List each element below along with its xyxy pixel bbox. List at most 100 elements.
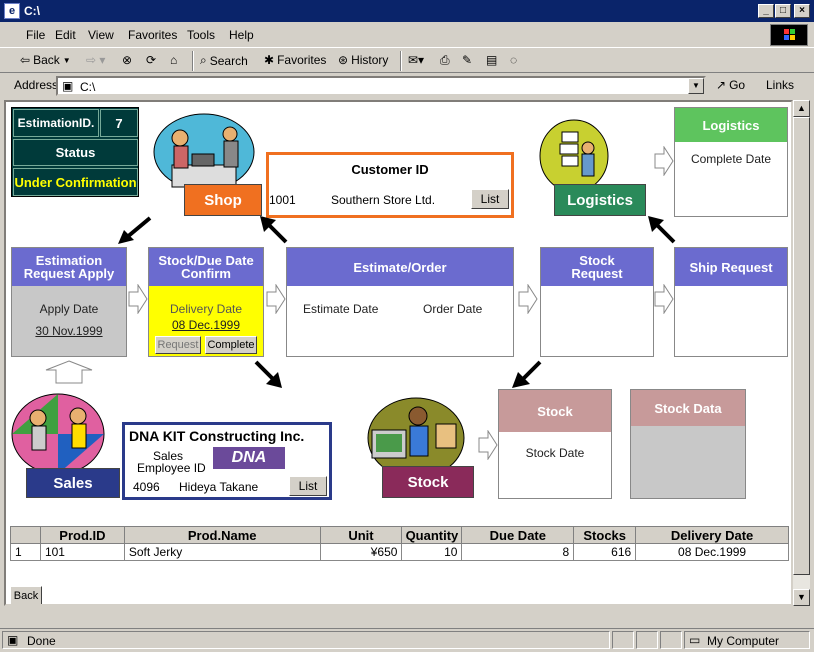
customer-list-button[interactable]: List: [471, 189, 509, 209]
refresh-button[interactable]: ⟳: [146, 53, 156, 67]
cell-stocks: 616: [573, 543, 637, 561]
window-title: C:\: [24, 4, 40, 18]
mail-icon: ✉▾: [408, 53, 425, 67]
col-header-prod-name: Prod.Name: [123, 526, 321, 544]
menu-tools[interactable]: Tools: [187, 28, 215, 42]
status-value: Under Confirmation: [13, 168, 138, 196]
menu-bar: File Edit View Favorites Tools Help: [0, 24, 814, 46]
shop-illustration: [152, 110, 256, 192]
stop-button[interactable]: ⊗: [122, 53, 132, 67]
address-dropdown-icon[interactable]: ▼: [688, 78, 704, 94]
minimize-button[interactable]: _: [758, 4, 774, 18]
status-text: Done: [27, 634, 56, 648]
col-header-quantity: Quantity: [401, 526, 463, 544]
discuss-button[interactable]: ▤: [486, 53, 497, 67]
scroll-thumb[interactable]: [793, 117, 810, 575]
stock-due-confirm-title: Stock/Due Date Confirm: [149, 248, 263, 286]
order-date-label: Order Date: [423, 302, 483, 316]
table-header-row: Prod.ID Prod.Name Unit Quantity Due Date…: [10, 526, 789, 544]
refresh-icon: ⟳: [146, 53, 157, 67]
messenger-button[interactable]: ◌: [510, 53, 517, 67]
col-header-delivery-date: Delivery Date: [635, 526, 789, 544]
employee-list-button[interactable]: List: [289, 476, 327, 496]
cell-index: 1: [10, 543, 41, 561]
stock-due-confirm-panel: Stock/Due Date Confirm Delivery Date 08 …: [148, 247, 264, 357]
cell-prod-name: Soft Jerky: [123, 543, 321, 561]
edit-button[interactable]: ✎: [462, 53, 472, 67]
history-button[interactable]: ⊛ History: [338, 53, 388, 67]
arrow-confirm-to-stock: [254, 360, 282, 388]
stock-data-panel: Stock Data: [630, 389, 746, 499]
col-header-stocks: Stocks: [573, 526, 637, 544]
arrow-stockreq-to-stock: [512, 360, 542, 388]
forward-arrow-icon: ⇨ ▾: [86, 53, 106, 67]
forward-nav-button[interactable]: ⇨ ▾: [86, 53, 105, 67]
status-text-panel: ▣ Done: [2, 631, 610, 649]
flow-arrow-3: [518, 284, 538, 314]
close-button[interactable]: ×: [794, 4, 810, 18]
windows-logo-icon: [770, 24, 808, 46]
dna-logo: DNA: [213, 447, 285, 469]
sales-tag: Sales: [26, 468, 120, 498]
flow-arrow-1: [128, 284, 148, 314]
page-content: EstimationID. 7 Status Under Confirmatio…: [4, 100, 793, 606]
go-button[interactable]: ↗ Go: [716, 78, 745, 92]
cell-quantity: 10: [401, 543, 463, 561]
toolbar: ⇦ Back ▼ ⇨ ▾ ⊗ ⟳ ⌂ ⌕ Search ✱ Favorites ⊛ His…: [0, 47, 814, 73]
status-zone: My Computer: [707, 634, 780, 648]
menu-edit[interactable]: Edit: [55, 28, 76, 42]
col-header-due-date: Due Date: [461, 526, 575, 544]
arrow-ship-to-logistics: [648, 216, 676, 244]
search-icon: ⌕: [200, 53, 207, 67]
col-header-index: [10, 526, 41, 544]
ship-request-panel: Ship Request: [674, 247, 788, 357]
go-arrow-icon: ↗: [716, 78, 727, 92]
title-bar: e C:\ _ □ ×: [0, 0, 814, 22]
print-button[interactable]: ⎙: [440, 53, 450, 68]
stop-icon: ⊗: [122, 53, 133, 67]
address-input[interactable]: ▣ C:\ ▼: [56, 76, 706, 96]
print-icon: ⎙: [440, 53, 450, 67]
col-header-unit: Unit: [319, 526, 403, 544]
ship-request-title: Ship Request: [675, 248, 787, 286]
request-button[interactable]: Request: [155, 336, 201, 354]
links-button[interactable]: Links: [766, 78, 794, 92]
home-button[interactable]: ⌂: [170, 53, 177, 67]
employee-id-value: 4096: [133, 480, 160, 494]
estimation-request-panel: Estimation Request Apply Apply Date 30 N…: [11, 247, 127, 357]
stock-request-title: Stock Request: [541, 248, 653, 286]
maximize-button[interactable]: □: [775, 4, 791, 18]
complete-button[interactable]: Complete: [205, 336, 257, 354]
menu-view[interactable]: View: [88, 28, 114, 42]
table-row: 1 101 Soft Jerky ¥650 10 8 616 08 Dec.19…: [10, 543, 789, 561]
arrow-confirm-to-shop: [260, 216, 288, 244]
sales-illustration: [10, 392, 106, 476]
page-back-button[interactable]: Back: [10, 586, 42, 604]
status-label: Status: [13, 139, 138, 166]
messenger-icon: ◌: [510, 53, 518, 67]
company-name: DNA KIT Constructing Inc.: [129, 428, 305, 444]
menu-file[interactable]: File: [26, 28, 45, 42]
back-arrow-icon: ⇦: [20, 53, 31, 67]
cell-delivery-date: 08 Dec.1999: [635, 543, 789, 561]
status-panel-2: [612, 631, 634, 649]
employee-name: Hideya Takane: [179, 480, 259, 494]
arrow-to-logistics: [654, 146, 674, 176]
search-button[interactable]: ⌕ Search: [200, 53, 248, 68]
vertical-scrollbar[interactable]: ▲ ▼: [793, 100, 810, 606]
scroll-up-icon[interactable]: ▲: [793, 100, 810, 117]
menu-help[interactable]: Help: [229, 28, 254, 42]
scroll-down-icon[interactable]: ▼: [793, 589, 810, 606]
mail-button[interactable]: ✉▾: [408, 53, 424, 67]
favorites-button[interactable]: ✱ Favorites: [264, 53, 326, 67]
back-nav-button[interactable]: ⇦ Back ▼: [20, 53, 71, 67]
customer-title: Customer ID: [351, 162, 429, 177]
arrow-sales-to-request: [45, 360, 93, 384]
menu-favorites[interactable]: Favorites: [128, 28, 177, 42]
logistics-tag: Logistics: [554, 184, 646, 216]
logistics-panel: Logistics Complete Date: [674, 107, 788, 217]
cell-due-date: 8: [461, 543, 575, 561]
col-header-prod-id: Prod.ID: [39, 526, 125, 544]
estimation-id-label: EstimationID.: [13, 109, 99, 137]
delivery-date-value: 08 Dec.1999: [171, 318, 241, 332]
